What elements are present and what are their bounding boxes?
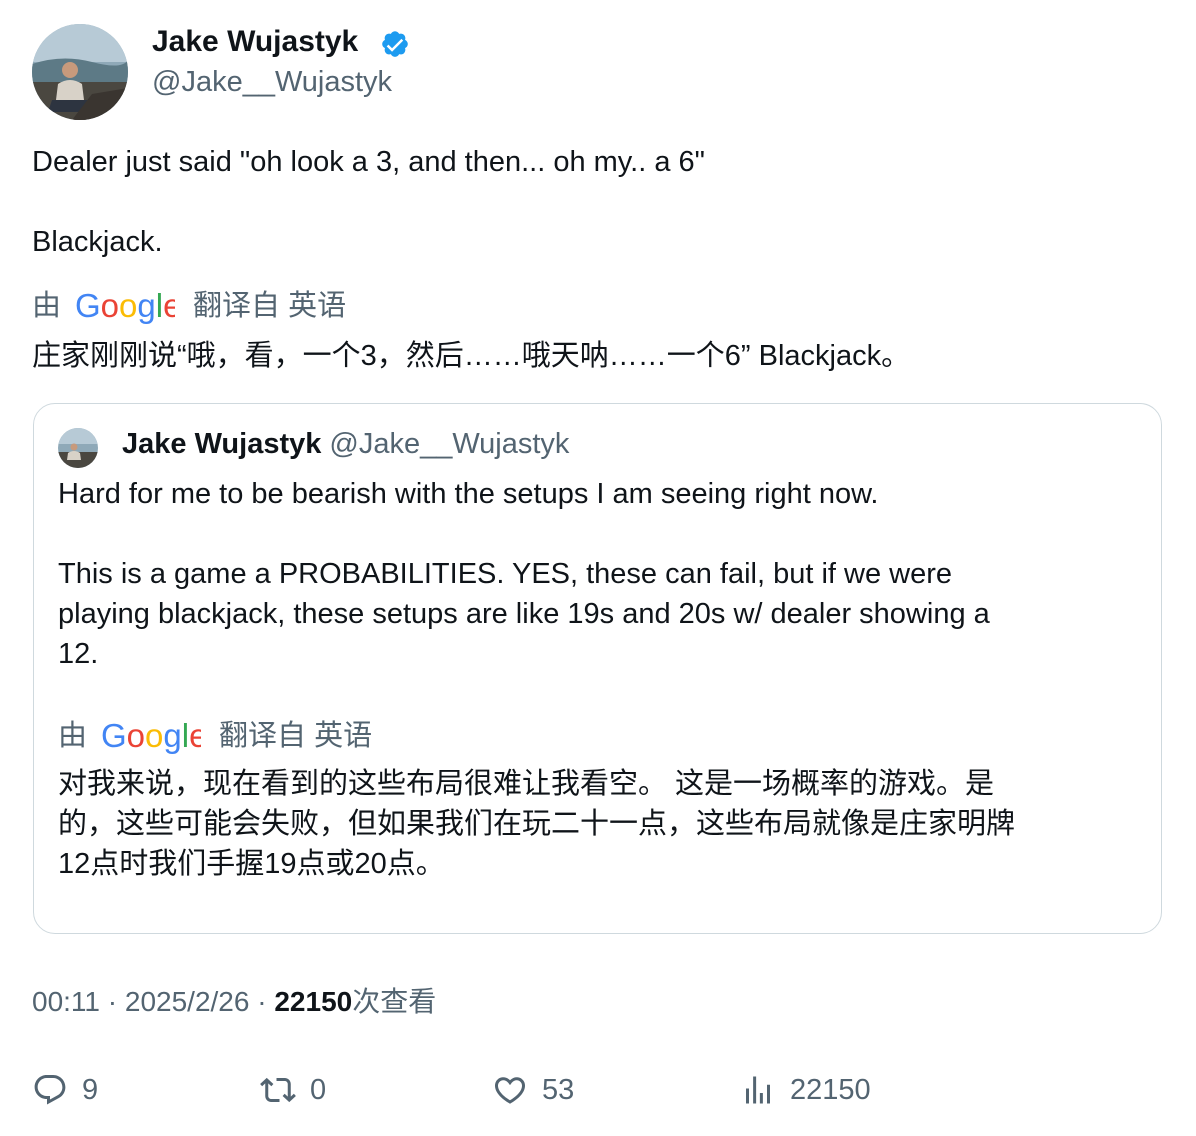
quoted-text-line: This is a game a PROBABILITIES. YES, the…: [58, 558, 953, 590]
svg-text:Google: Google: [101, 717, 201, 754]
translation-suffix: 翻译自 英语: [219, 720, 373, 752]
quoted-author-name: Jake Wujastyk: [122, 428, 322, 460]
views-label: 次查看: [352, 986, 437, 1017]
tweet-date[interactable]: 2025/2/26: [125, 986, 250, 1017]
like-button[interactable]: 53: [492, 1070, 574, 1110]
like-count: 53: [542, 1073, 575, 1106]
retweet-icon: [260, 1077, 296, 1103]
quoted-text-line: playing blackjack, these setups are like…: [58, 598, 990, 630]
quoted-text-line: Hard for me to be bearish with the setup…: [58, 478, 879, 510]
author-name[interactable]: Jake Wujastyk: [152, 22, 358, 62]
quoted-translated-line: 对我来说，现在看到的这些布局很难让我看空。 这是一场概率的游戏。是: [58, 768, 995, 800]
tweet-text-line: Dealer just said "oh look a 3, and then.…: [32, 146, 705, 178]
translation-attribution[interactable]: 由 Google 翻译自 英语: [32, 286, 346, 327]
tweet-text-line: Blackjack.: [32, 226, 163, 258]
google-logo-icon: Google: [75, 287, 181, 327]
retweet-button[interactable]: 0: [260, 1070, 326, 1110]
retweet-count: 0: [310, 1073, 327, 1106]
tweet-time[interactable]: 00:11: [32, 986, 100, 1017]
views-count: 22150: [274, 986, 353, 1017]
translation-prefix: 由: [32, 290, 62, 322]
reply-button[interactable]: 9: [32, 1070, 98, 1110]
views-action-count: 22150: [790, 1073, 871, 1106]
translation-prefix: 由: [58, 720, 88, 752]
verified-badge-icon: [380, 29, 410, 59]
quoted-translated-line: 12点时我们手握19点或20点。: [58, 848, 445, 880]
quoted-text-line: 12.: [58, 638, 99, 670]
meta-separator: ·: [257, 986, 267, 1017]
heart-icon: [494, 1077, 526, 1104]
quoted-translation-attribution[interactable]: 由 Google 翻译自 英语: [58, 716, 372, 757]
quoted-header: Jake Wujastyk @Jake__Wujastyk: [122, 424, 569, 464]
quoted-translated-line: 的，这些可能会失败，但如果我们在玩二十一点，这些布局就像是庄家明牌: [58, 808, 1016, 840]
avatar[interactable]: [32, 24, 128, 120]
google-logo-icon: Google: [101, 717, 207, 757]
views-button[interactable]: 22150: [740, 1070, 871, 1110]
translated-text: 庄家刚刚说“哦，看，一个3，然后……哦天呐……一个6” Blackjack。: [32, 340, 911, 372]
reply-icon: [34, 1075, 66, 1105]
svg-text:Google: Google: [75, 287, 175, 324]
quoted-avatar: [58, 428, 98, 468]
quoted-author-handle: @Jake__Wujastyk: [329, 428, 570, 460]
reply-count: 9: [82, 1073, 99, 1106]
analytics-icon: [746, 1076, 770, 1104]
tweet-meta: 00:11 · 2025/2/26 · 22150次查看: [32, 982, 436, 1022]
meta-separator: ·: [107, 986, 118, 1017]
translation-suffix: 翻译自 英语: [193, 290, 347, 322]
author-handle[interactable]: @Jake__Wujastyk: [152, 62, 392, 102]
